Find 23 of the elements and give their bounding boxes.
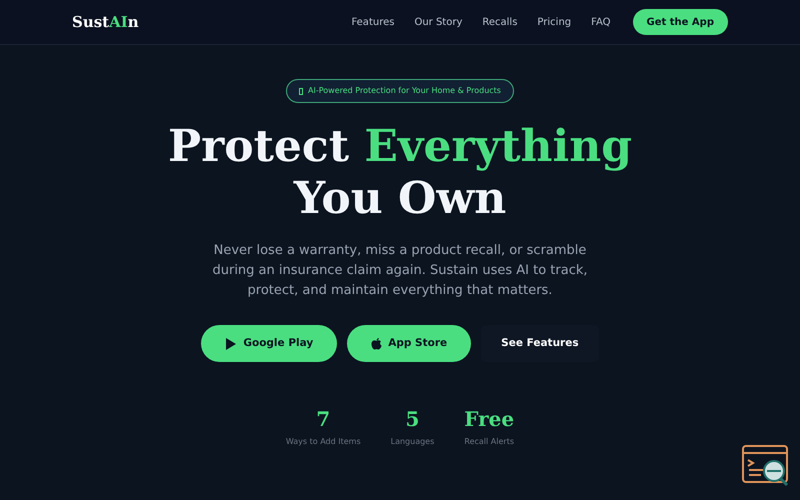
nav-link[interactable]: Pricing (537, 14, 572, 30)
nav-link[interactable]: Features (351, 14, 394, 30)
nav-link[interactable]: FAQ (591, 14, 611, 30)
stat-value: 5 (405, 406, 420, 433)
badge-text: AI-Powered Protection for Your Home & Products (308, 85, 501, 97)
apple-icon (371, 338, 382, 350)
terminal-search-icon[interactable] (741, 444, 791, 488)
stat-value: Free (464, 406, 514, 433)
see-features-button[interactable]: See Features (481, 325, 599, 362)
subtitle: Never lose a warranty, miss a product recall, or scramble during an insurance claim again. Sustain uses AI to track, protect, and maintain everything that matters. (211, 242, 589, 300)
store-button[interactable]: Google Play (201, 325, 338, 362)
stat-label: Languages (390, 436, 434, 448)
stat-label: Ways to Add Items (286, 436, 361, 448)
stat-value: 7 (316, 406, 330, 433)
headline: Protect Everything You Own (166, 121, 633, 225)
play-icon (225, 338, 238, 350)
stat-label: Recall Alerts (464, 436, 514, 448)
get-app-button[interactable]: Get the App (632, 9, 728, 35)
logo[interactable]: SustAIn (72, 10, 139, 34)
store-button[interactable]: App Store (347, 325, 472, 362)
nav-link[interactable]: Recalls (482, 14, 518, 30)
badge-icon (299, 88, 304, 94)
nav-link[interactable]: Our Story (414, 14, 462, 30)
